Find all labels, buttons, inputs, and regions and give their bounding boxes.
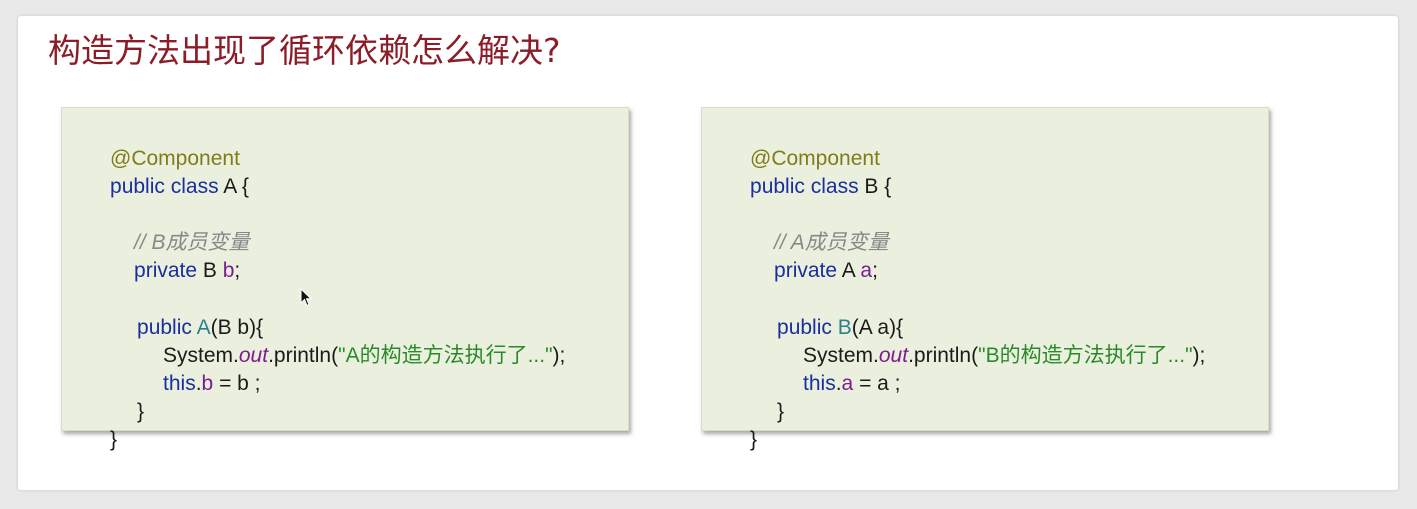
code-line-println: System.out.println("A的构造方法执行了...");: [128, 314, 565, 367]
code-line-class-decl: public class B {: [715, 145, 891, 198]
punct-token: );: [552, 344, 566, 367]
keyword-token: private: [134, 259, 198, 282]
keyword-token: private: [774, 259, 838, 282]
code-line-constructor: public A(B b){: [102, 286, 263, 339]
type-token: B: [197, 259, 223, 282]
code-line-println: System.out.println("B的构造方法执行了...");: [768, 314, 1205, 367]
code-line-comment: // B成员变量: [99, 201, 250, 254]
slide-title: 构造方法出现了循环依赖怎么解决?: [48, 31, 561, 70]
code-line-close-inner: }: [742, 370, 784, 423]
punct-token: ;: [872, 259, 878, 282]
code-line-constructor: public B(A a){: [742, 286, 903, 339]
field-token: a: [860, 259, 873, 282]
string-token: "A的构造方法执行了...": [338, 344, 553, 367]
slide: 构造方法出现了循环依赖怎么解决? @Component public class…: [18, 16, 1398, 490]
field-token: b: [222, 259, 235, 282]
field-token: b: [201, 372, 214, 395]
code-line-field: private A a;: [739, 229, 878, 282]
code-line-annotation: @Component: [715, 117, 880, 170]
println-token: .println(: [908, 344, 979, 367]
code-line-comment: // A成员变量: [739, 201, 889, 254]
code-block-class-a: @Component public class A { // B成员变量 pri…: [61, 107, 629, 451]
brace-token: }: [777, 400, 785, 423]
class-name-token: B {: [858, 175, 892, 198]
brace-token: }: [110, 428, 118, 451]
code-line-assign: this.b = b ;: [128, 342, 261, 395]
field-token: a: [841, 372, 854, 395]
code-line-annotation: @Component: [75, 117, 240, 170]
class-name-token: A {: [218, 175, 249, 198]
code-line-assign: this.a = a ;: [768, 342, 901, 395]
punct-token: );: [1192, 344, 1206, 367]
code-block-class-b: @Component public class B { // A成员变量 pri…: [701, 107, 1269, 451]
code-line-class-decl: public class A {: [75, 145, 249, 198]
brace-token: }: [137, 400, 145, 423]
keyword-token: this: [163, 372, 196, 395]
keyword-token: public class: [110, 175, 219, 198]
println-token: .println(: [268, 344, 339, 367]
brace-token: }: [750, 428, 758, 451]
keyword-token: this: [803, 372, 836, 395]
expr-token: = b ;: [213, 372, 261, 395]
expr-token: = a ;: [853, 372, 901, 395]
type-token: A: [837, 259, 861, 282]
code-line-close-inner: }: [102, 370, 144, 423]
mouse-pointer-icon: [300, 288, 313, 307]
code-line-close-outer: }: [715, 398, 757, 451]
code-line-close-outer: }: [75, 398, 117, 451]
string-token: "B的构造方法执行了...": [978, 344, 1193, 367]
code-line-field: private B b;: [99, 229, 240, 282]
keyword-token: public class: [750, 175, 859, 198]
punct-token: ;: [234, 259, 241, 282]
